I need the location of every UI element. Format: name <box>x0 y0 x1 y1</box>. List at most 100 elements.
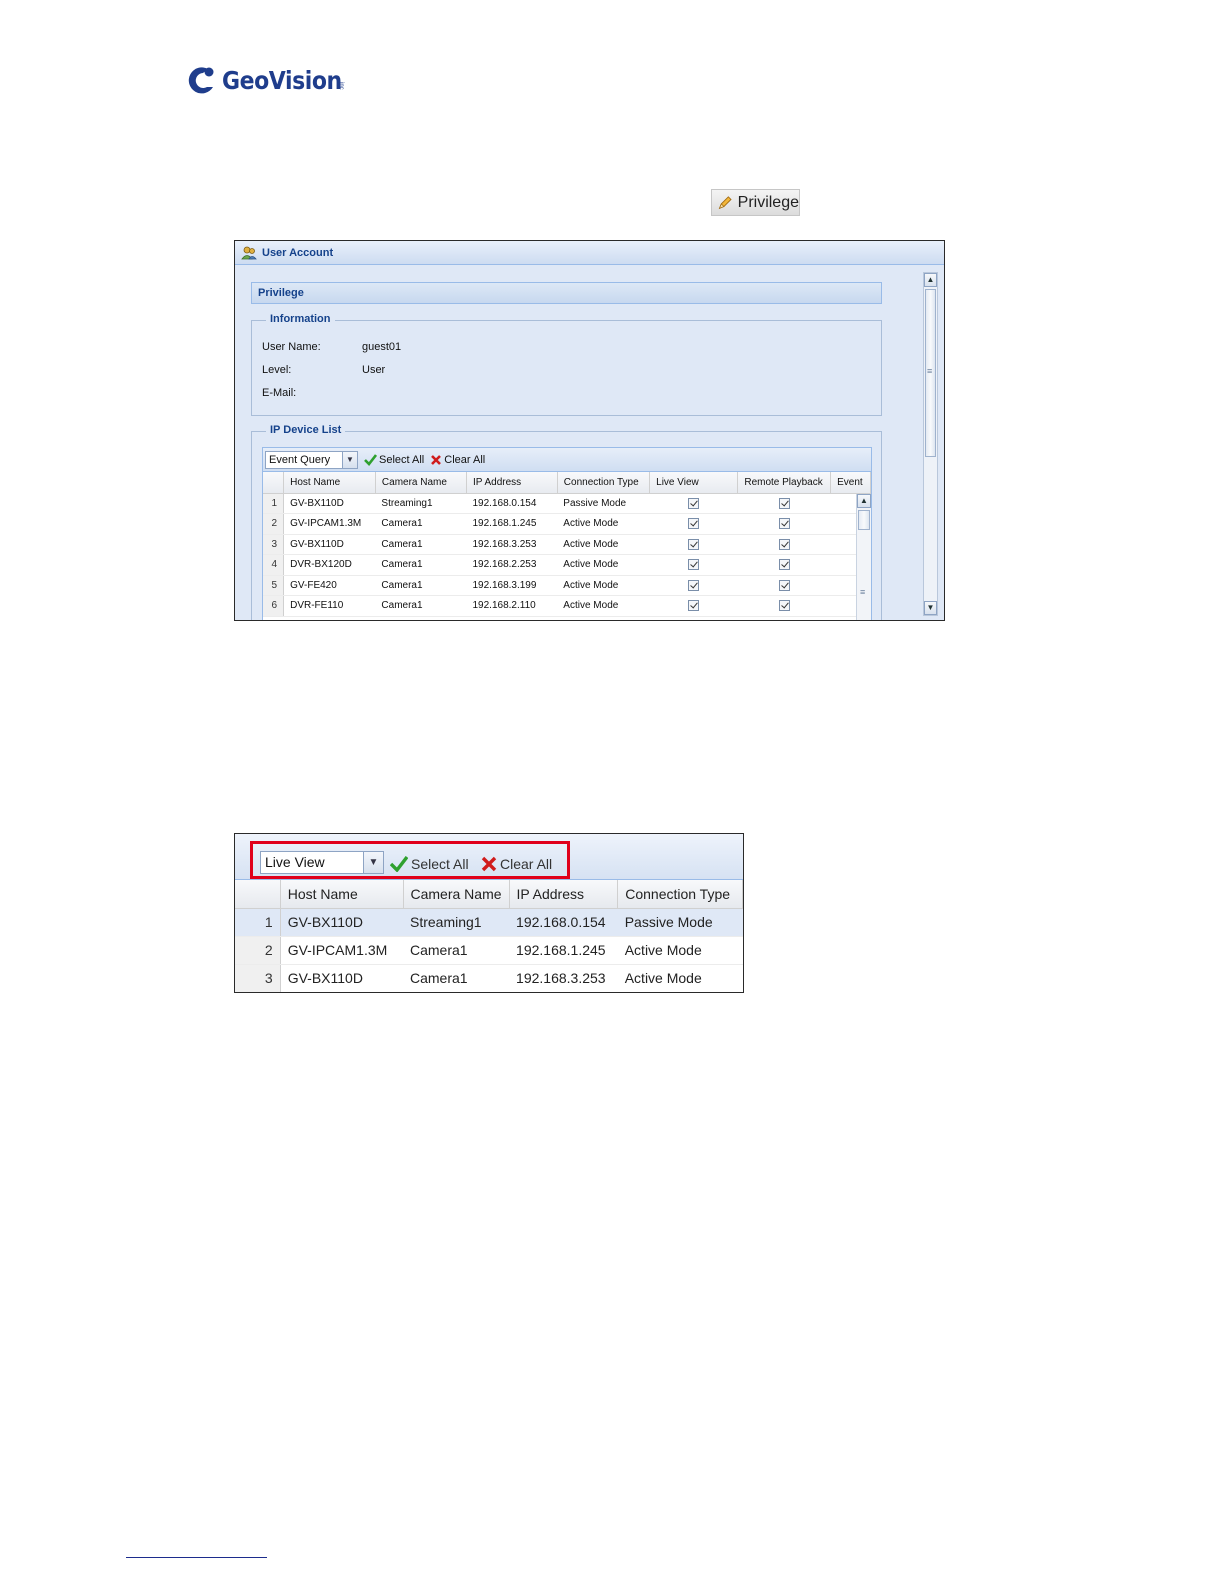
camera-name-cell: Camera1 <box>375 575 467 596</box>
table-row[interactable]: 3 GV-BX110D Camera1 192.168.3.253 Active Mod… <box>263 534 871 555</box>
check-icon <box>364 453 377 466</box>
row-number: 4 <box>263 554 285 576</box>
close-icon <box>481 856 497 872</box>
connection-type-cell: Active Mode <box>557 534 650 555</box>
column-header[interactable]: Event <box>830 472 871 494</box>
host-name-cell: GV-BX110D <box>280 908 403 937</box>
remote-playback-checkbox[interactable] <box>778 518 790 530</box>
host-name-cell: GV-IPCAM1.3M <box>280 936 403 965</box>
row-number: 2 <box>263 513 285 535</box>
device-table: Host Name Camera Name IP Address Connect… <box>263 472 871 617</box>
row-number: 3 <box>235 964 281 992</box>
host-name-cell: GV-IPCAM1.3M <box>283 513 376 535</box>
clear-all-button[interactable]: Clear All <box>481 856 552 872</box>
info-value: User <box>362 364 386 376</box>
column-header[interactable]: IP Address <box>509 880 619 909</box>
info-label: User Name: <box>262 341 321 353</box>
table-row[interactable]: 1 GV-BX110D Streaming1 192.168.0.154 Passive… <box>235 908 743 937</box>
live-view-checkbox[interactable] <box>688 559 700 571</box>
ip-address-cell: 192.168.1.245 <box>509 936 618 965</box>
live-view-checkbox[interactable] <box>688 538 700 550</box>
remote-playback-checkbox[interactable] <box>778 600 790 612</box>
users-icon <box>241 246 257 259</box>
camera-name-cell: Streaming1 <box>375 493 467 514</box>
table-row[interactable]: 2 GV-IPCAM1.3M Camera1 192.168.1.245 Active … <box>235 936 743 965</box>
clear-all-button[interactable]: Clear All <box>430 454 485 466</box>
close-icon <box>431 454 442 465</box>
zoomed-toolbar: Live View ▼ Select All Clear All <box>235 834 743 880</box>
ip-address-cell: 192.168.1.245 <box>466 513 558 535</box>
camera-name-cell: Camera1 <box>375 534 467 555</box>
column-header[interactable]: Host Name <box>280 880 404 909</box>
scroll-up-icon[interactable]: ▲ <box>924 273 937 287</box>
table-row[interactable]: 5 GV-FE420 Camera1 192.168.3.199 Active Mode <box>263 575 871 596</box>
table-row[interactable]: 6 DVR-FE110 Camera1 192.168.2.110 Active Mod… <box>263 595 871 617</box>
column-header[interactable]: Camera Name <box>375 472 467 494</box>
camera-name-cell: Camera1 <box>375 595 467 617</box>
table-row[interactable]: 4 DVR-BX120D Camera1 192.168.2.253 Active Mo… <box>263 554 871 576</box>
host-name-cell: GV-BX110D <box>283 493 376 514</box>
info-label: E-Mail: <box>262 387 297 399</box>
column-header[interactable]: Live View <box>649 472 739 494</box>
ip-device-list-fieldset: IP Device List Event Query ▼ Select All … <box>251 424 882 620</box>
device-grid-toolbar: Event Query ▼ Select All Clear All <box>263 448 871 472</box>
live-view-checkbox[interactable] <box>688 579 700 591</box>
chevron-down-icon[interactable]: ▼ <box>363 852 383 873</box>
column-header <box>235 880 281 909</box>
window-scrollbar[interactable]: ▲ ▼ <box>923 272 938 616</box>
ip-address-cell: 192.168.2.253 <box>466 554 558 576</box>
host-name-cell: GV-FE420 <box>283 575 376 596</box>
logo-mark-icon <box>186 63 220 97</box>
grid-scrollbar[interactable]: ▲ <box>856 494 871 620</box>
remote-playback-checkbox[interactable] <box>778 538 790 550</box>
live-view-checkbox[interactable] <box>688 600 700 612</box>
column-header[interactable]: Camera Name <box>403 880 510 909</box>
scroll-up-icon[interactable]: ▲ <box>857 494 871 508</box>
remote-playback-checkbox[interactable] <box>778 559 790 571</box>
scroll-thumb[interactable] <box>925 289 936 457</box>
connection-type-cell: Active Mode <box>617 936 743 965</box>
column-header[interactable]: Host Name <box>283 472 376 494</box>
live-view-checkbox[interactable] <box>688 518 700 530</box>
host-name-cell: DVR-FE110 <box>283 595 376 617</box>
remote-playback-cell <box>737 595 831 617</box>
window-title: User Account <box>262 246 334 259</box>
table-row[interactable]: 2 GV-IPCAM1.3M Camera1 192.168.1.245 Active … <box>263 513 871 535</box>
select-all-button[interactable]: Select All <box>390 856 469 872</box>
privilege-type-combo[interactable]: Live View ▼ <box>260 851 384 874</box>
live-view-cell <box>649 493 738 514</box>
remote-playback-checkbox[interactable] <box>778 579 790 591</box>
live-view-checkbox[interactable] <box>688 497 700 509</box>
table-row[interactable]: 1 GV-BX110D Streaming1 192.168.0.154 Passive… <box>263 493 871 514</box>
user-account-window: User Account ▲ ▼ Privilege Information U… <box>234 240 945 621</box>
select-all-button[interactable]: Select All <box>364 454 424 466</box>
privilege-button[interactable]: Privilege <box>711 189 800 216</box>
remote-playback-checkbox[interactable] <box>778 497 790 509</box>
chevron-down-icon[interactable]: ▼ <box>342 451 357 468</box>
column-header[interactable]: IP Address <box>466 472 558 494</box>
column-header[interactable]: Connection Type <box>617 880 743 909</box>
remote-playback-cell <box>737 575 831 596</box>
info-label: Level: <box>262 364 292 376</box>
live-view-cell <box>649 554 738 576</box>
geovision-logo: GeoVision inc <box>186 60 344 100</box>
zoomed-device-grid: Live View ▼ Select All Clear All Host Na… <box>234 833 744 993</box>
info-row-level: Level: User <box>262 364 385 376</box>
ip-address-cell: 192.168.3.253 <box>466 534 558 555</box>
scroll-down-icon[interactable]: ▼ <box>924 601 937 615</box>
camera-name-cell: Camera1 <box>403 964 510 992</box>
info-row-email: E-Mail: <box>262 387 362 399</box>
live-view-cell <box>649 534 738 555</box>
column-header[interactable]: Remote Playback <box>737 472 832 494</box>
window-title-bar: User Account <box>235 241 944 265</box>
device-grid: Event Query ▼ Select All Clear All Host … <box>262 447 872 620</box>
host-name-cell: DVR-BX120D <box>283 554 376 576</box>
privilege-type-combo[interactable]: Event Query ▼ <box>265 450 358 469</box>
scroll-thumb[interactable] <box>858 510 870 597</box>
ip-address-cell: 192.168.3.253 <box>509 964 618 992</box>
remote-playback-cell <box>737 534 831 555</box>
row-number: 3 <box>263 534 285 555</box>
table-row[interactable]: 3 GV-BX110D Camera1 192.168.3.253 Active Mod… <box>235 964 743 992</box>
camera-name-cell: Camera1 <box>403 936 510 965</box>
column-header[interactable]: Connection Type <box>557 472 651 494</box>
